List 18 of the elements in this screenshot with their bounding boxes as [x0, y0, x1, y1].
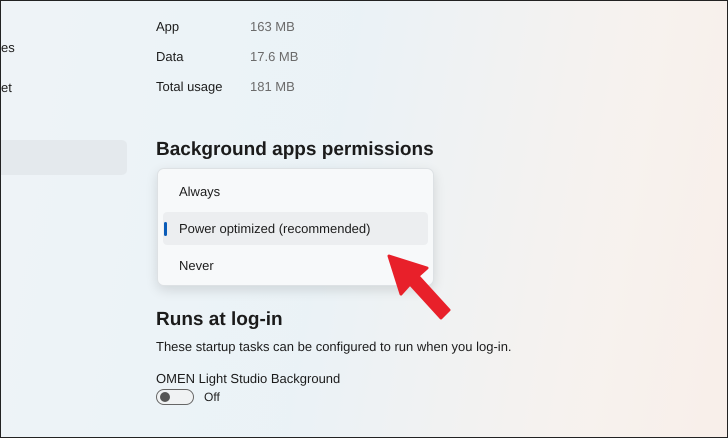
sidebar-item[interactable]: es — [1, 38, 127, 58]
section-description: These startup tasks can be configured to run when you log-in. — [156, 339, 512, 354]
selection-indicator — [164, 222, 167, 236]
task-name: OMEN Light Studio Background — [156, 371, 340, 386]
toggle-label: Off — [204, 390, 220, 404]
usage-label: Total usage — [156, 78, 224, 95]
toggle-switch[interactable] — [156, 389, 194, 405]
usage-label: Data — [156, 48, 184, 65]
menu-item[interactable]: Never — [163, 249, 214, 282]
menu-item[interactable]: Power optimized (recommended) — [163, 212, 428, 245]
menu-item[interactable]: Always — [163, 175, 220, 208]
section-heading: Background apps permissions — [156, 138, 434, 162]
usage-value: 17.6 MB — [250, 48, 298, 65]
usage-value: 163 MB — [250, 18, 296, 35]
section-heading: Runs at log-in — [156, 308, 283, 332]
sidebar-item[interactable]: et — [1, 78, 127, 98]
usage-value: 181 MB — [250, 78, 296, 95]
usage-label: App — [156, 18, 180, 35]
